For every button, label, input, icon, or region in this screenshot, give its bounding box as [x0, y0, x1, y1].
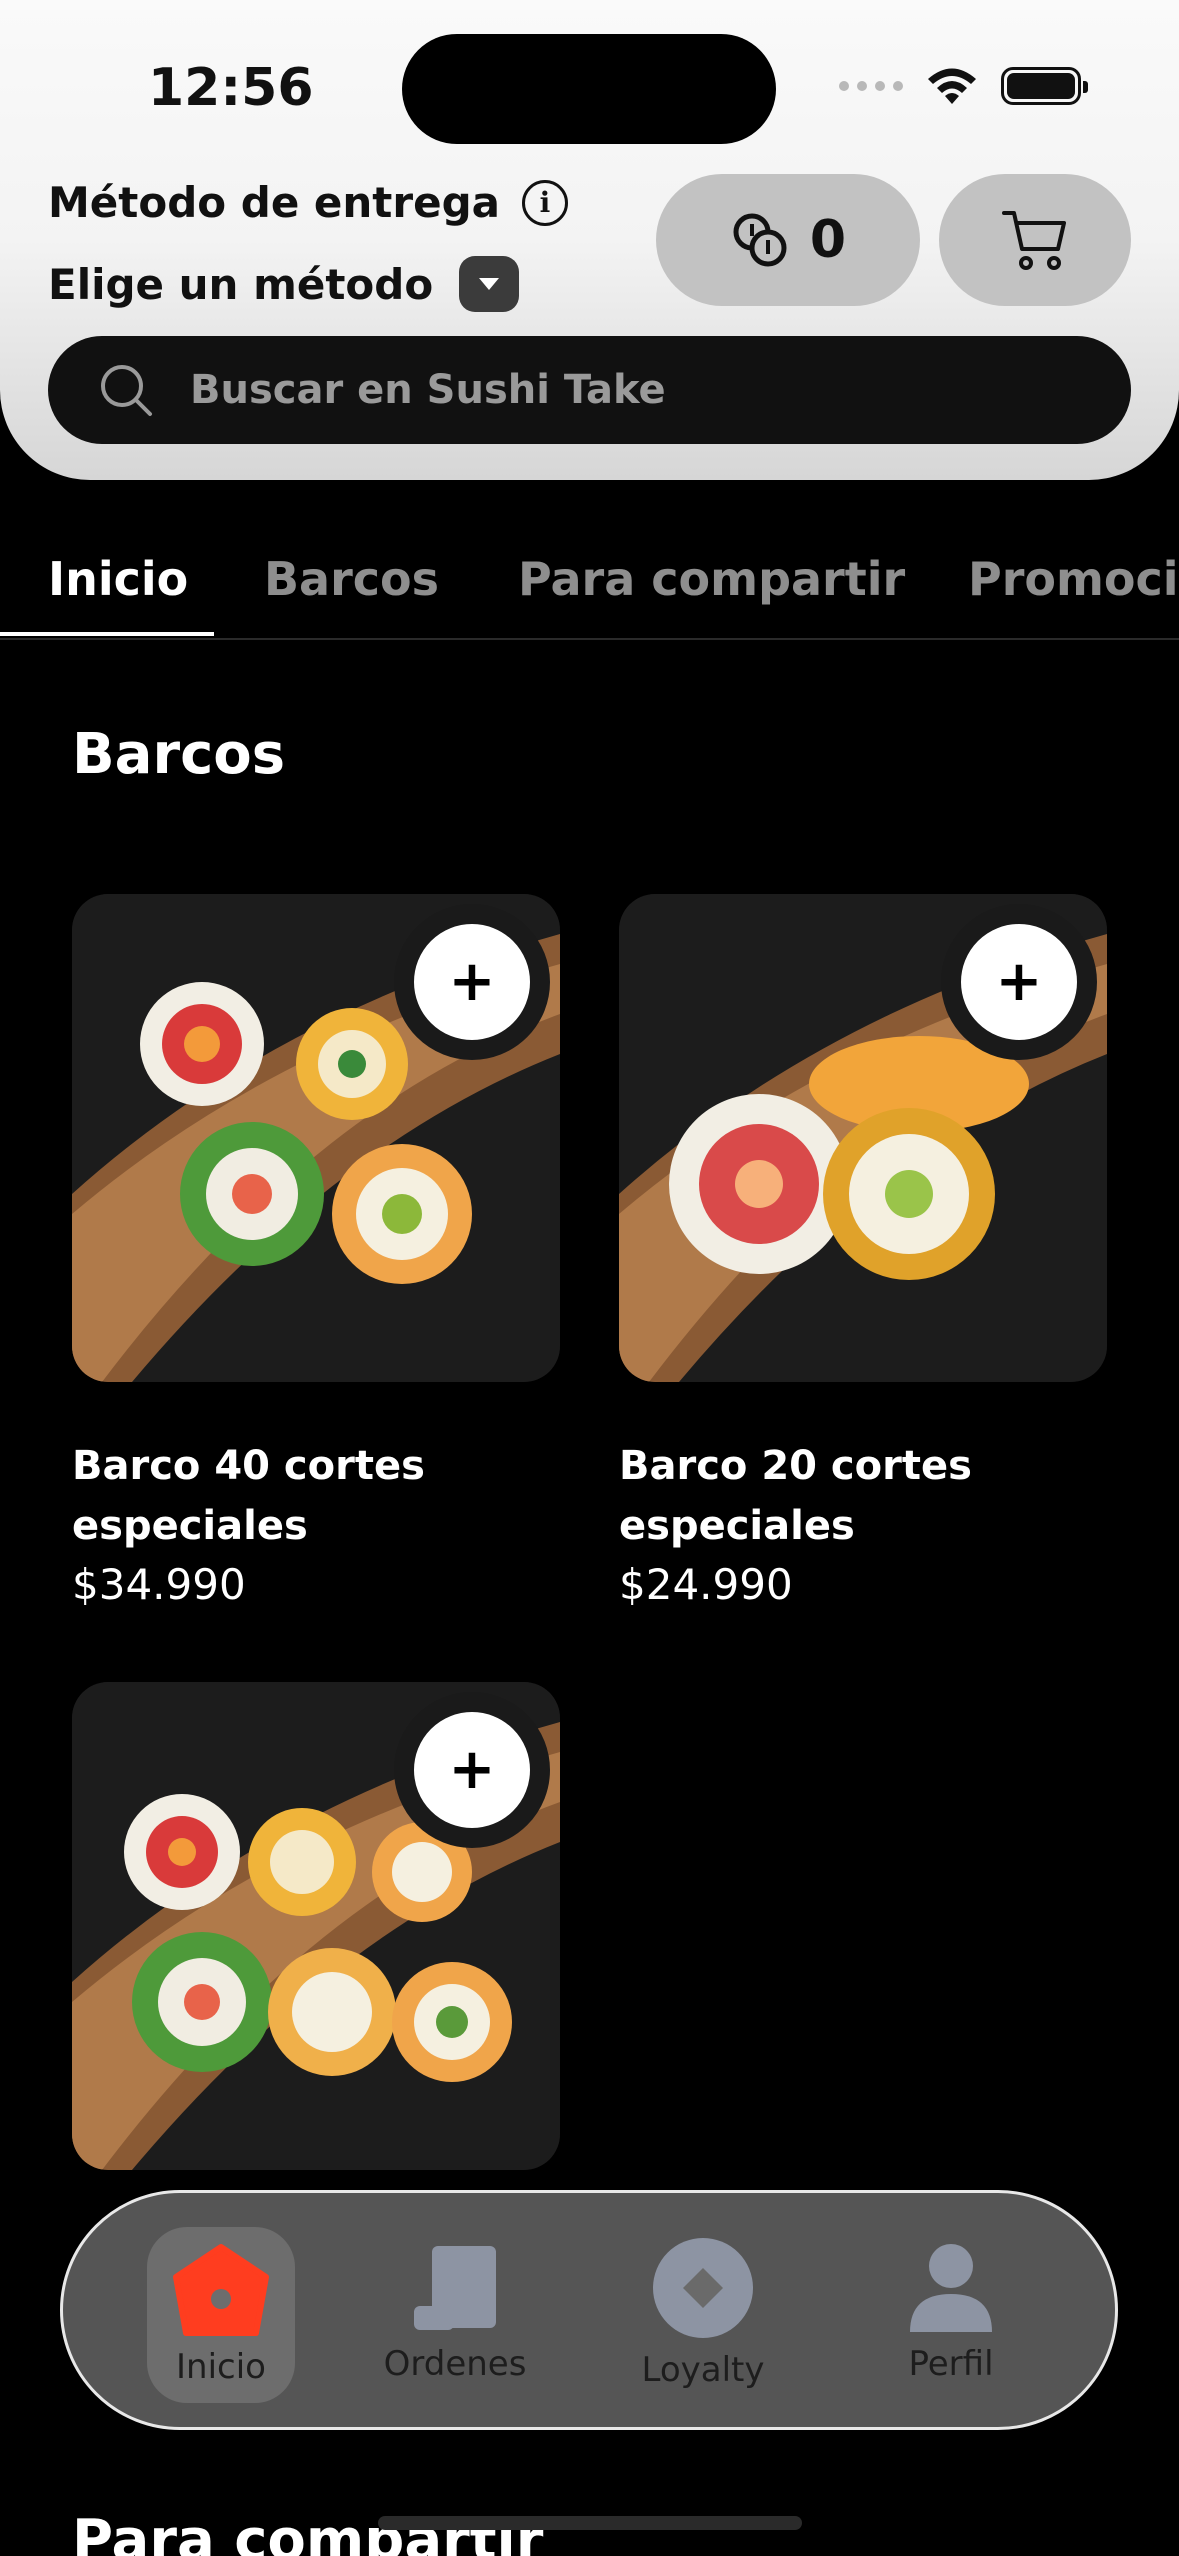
product-card[interactable]: + — [72, 1682, 560, 2170]
info-icon[interactable]: i — [522, 179, 568, 226]
section-title: Barcos — [72, 722, 286, 787]
signal-icon — [839, 81, 903, 91]
nav-item-loyalty[interactable]: Loyalty — [633, 2193, 773, 2433]
search-icon — [101, 365, 152, 416]
loyalty-icon — [653, 2238, 753, 2338]
add-to-cart-button[interactable]: + — [394, 1692, 550, 1848]
product-card[interactable]: + Barco 40 cortes especiales $34.990 — [72, 894, 560, 1609]
search-input[interactable]: Buscar en Sushi Take — [48, 336, 1131, 444]
nav-label: Perfil — [908, 2344, 994, 2384]
chevron-down-icon[interactable] — [459, 256, 520, 312]
dynamic-island — [402, 34, 776, 144]
cart-icon — [1002, 211, 1066, 270]
wifi-icon — [928, 68, 976, 104]
points-count: 0 — [809, 210, 847, 270]
add-to-cart-button[interactable]: + — [394, 904, 550, 1060]
coins-icon — [733, 213, 787, 267]
search-placeholder: Buscar en Sushi Take — [190, 367, 666, 413]
user-icon — [910, 2244, 992, 2332]
tab-active-indicator — [0, 632, 214, 636]
add-to-cart-button[interactable]: + — [941, 904, 1097, 1060]
delivery-method-selector[interactable]: Elige un método — [48, 256, 520, 312]
home-icon — [173, 2244, 269, 2336]
product-price: $34.990 — [72, 1560, 246, 1609]
delivery-method-label[interactable]: Método de entrega i — [48, 178, 568, 227]
category-tabs: Inicio Barcos Para compartir Promocio — [0, 540, 1179, 640]
nav-label: Ordenes — [383, 2344, 527, 2384]
nav-label: Inicio — [176, 2347, 266, 2387]
tab-promociones[interactable]: Promocio — [968, 552, 1179, 606]
nav-item-inicio[interactable]: Inicio — [147, 2227, 295, 2403]
plus-icon: + — [995, 949, 1043, 1014]
tab-inicio[interactable]: Inicio — [48, 552, 188, 606]
nav-item-perfil[interactable]: Perfil — [881, 2193, 1021, 2433]
product-price: $24.990 — [619, 1560, 793, 1609]
home-indicator — [378, 2516, 802, 2530]
plus-icon: + — [448, 949, 496, 1014]
nav-item-ordenes[interactable]: Ordenes — [383, 2193, 527, 2433]
plus-icon: + — [448, 1737, 496, 1802]
product-name: Barco 20 cortes especiales — [619, 1443, 972, 1549]
receipt-icon — [414, 2246, 496, 2330]
tab-barcos[interactable]: Barcos — [264, 552, 439, 606]
product-card[interactable]: + Barco 20 cortes especiales $24.990 — [619, 894, 1107, 1609]
tab-para-compartir[interactable]: Para compartir — [518, 552, 905, 606]
points-button[interactable]: 0 — [656, 174, 920, 306]
cart-button[interactable] — [939, 174, 1131, 306]
bottom-navigation: Inicio Ordenes Loyalty Perfil — [60, 2190, 1118, 2430]
status-time: 12:56 — [148, 58, 314, 118]
delivery-value-text: Elige un método — [48, 259, 434, 309]
status-icons — [839, 66, 1088, 106]
product-name: Barco 40 cortes especiales — [72, 1443, 425, 1549]
delivery-label-text: Método de entrega — [48, 178, 500, 227]
header: 12:56 Método de entrega i Elige un métod… — [0, 0, 1179, 480]
battery-icon — [1001, 67, 1088, 105]
nav-label: Loyalty — [641, 2350, 765, 2390]
